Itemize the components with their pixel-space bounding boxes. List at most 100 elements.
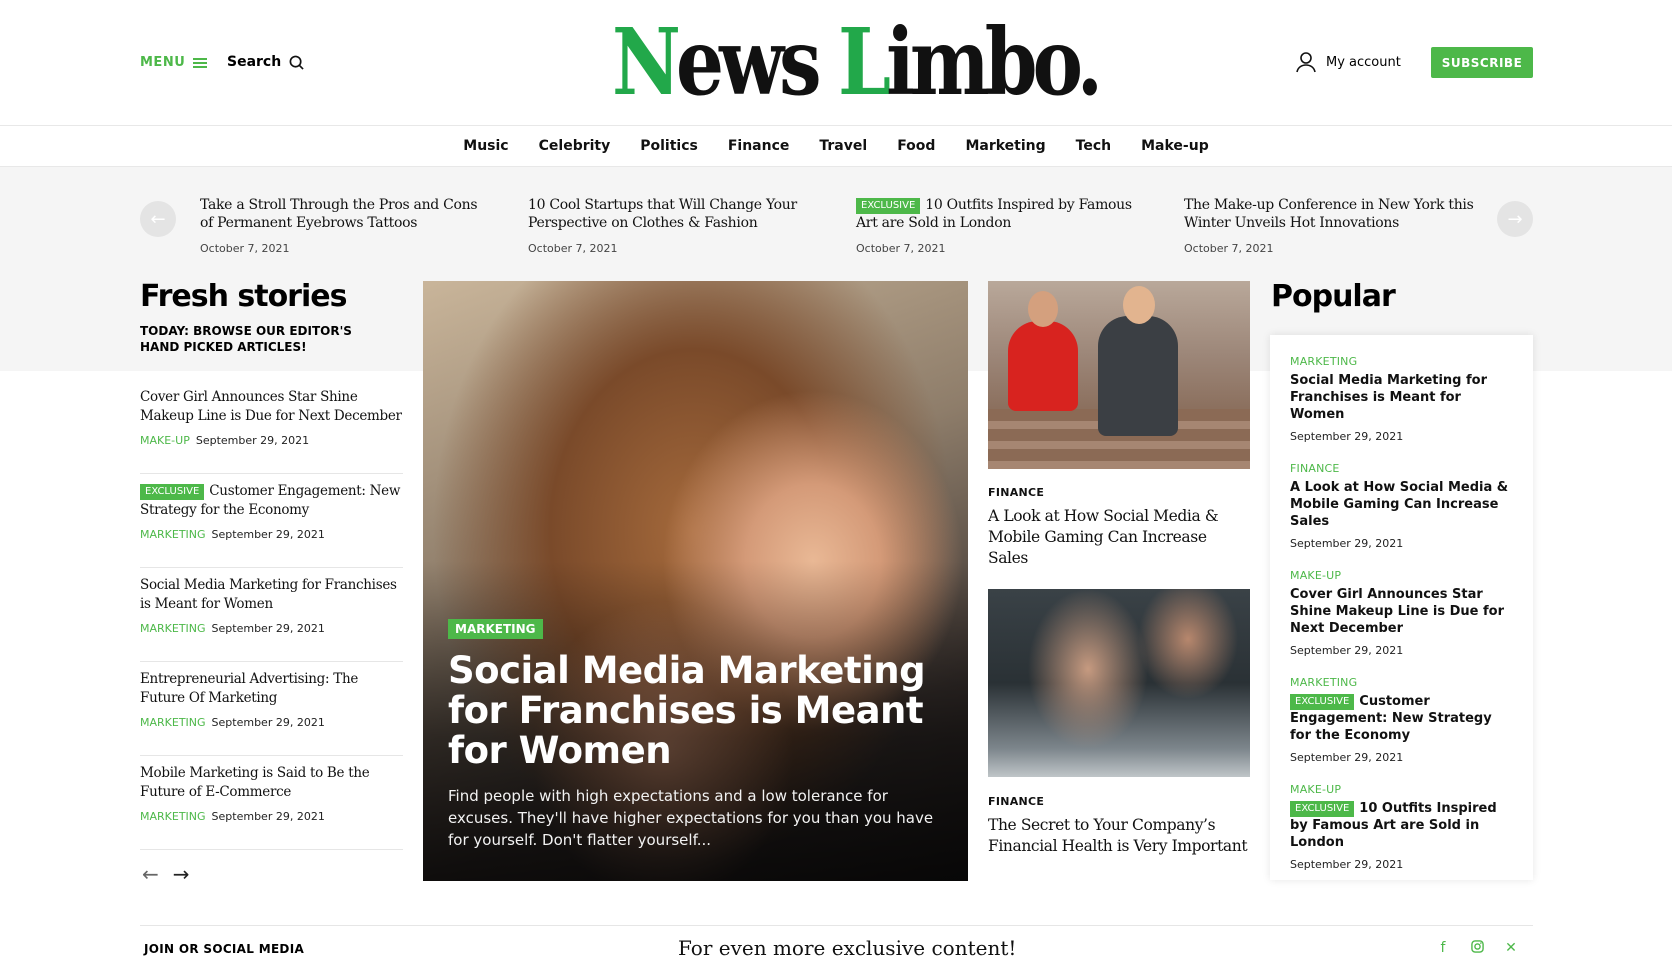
category-link[interactable]: MARKETING	[140, 622, 206, 635]
ticker-item[interactable]: 10 Cool Startups that Will Change Your P…	[528, 196, 818, 255]
ticker-title[interactable]: EXCLUSIVE 10 Outfits Inspired by Famous A…	[856, 196, 1146, 232]
article-title[interactable]: Cover Girl Announces Star Shine Makeup L…	[140, 388, 403, 426]
article-title[interactable]: Social Media Marketing for Franchises is…	[140, 576, 403, 614]
article-date: September 29, 2021	[1290, 644, 1404, 657]
x-icon[interactable]: ✕	[1504, 940, 1518, 957]
arrow-left-icon: ←	[150, 208, 166, 230]
nav-food[interactable]: Food	[897, 138, 935, 154]
site-logo[interactable]: News Limbo.	[612, 8, 1103, 116]
prev-page-arrow-icon[interactable]: ←	[142, 862, 159, 886]
nav-marketing[interactable]: Marketing	[965, 138, 1045, 154]
nav-celebrity[interactable]: Celebrity	[539, 138, 611, 154]
article-title[interactable]: Cover Girl Announces Star Shine Makeup L…	[1290, 586, 1513, 637]
menu-button[interactable]: MENU	[140, 55, 208, 70]
article-category[interactable]: FINANCE	[988, 486, 1044, 499]
ticker-item[interactable]: EXCLUSIVE 10 Outfits Inspired by Famous A…	[856, 196, 1146, 255]
ticker-item[interactable]: The Make-up Conference in New York this …	[1184, 196, 1474, 255]
article-date: September 29, 2021	[195, 434, 310, 447]
article-category[interactable]: MARKETING	[1290, 355, 1513, 368]
nav-travel[interactable]: Travel	[819, 138, 867, 154]
article-title[interactable]: A Look at How Social Media & Mobile Gami…	[1290, 479, 1513, 530]
exclusive-badge: EXCLUSIVE	[1290, 801, 1355, 817]
article-date: September 29, 2021	[211, 528, 325, 541]
article-thumbnail[interactable]	[988, 281, 1250, 469]
ticker-date: October 7, 2021	[856, 242, 946, 255]
search-button[interactable]: Search	[227, 54, 304, 70]
ticker-prev-button[interactable]: ←	[140, 201, 176, 237]
logo-initial-l: L	[838, 8, 891, 116]
article-category[interactable]: MAKE-UP	[1290, 569, 1513, 582]
list-item: EXCLUSIVE Customer Engagement: New Strate…	[140, 474, 403, 568]
article-date: September 29, 2021	[211, 622, 325, 635]
category-link[interactable]: MARKETING	[140, 810, 206, 823]
article-date: September 29, 2021	[1290, 430, 1404, 443]
article-date: September 29, 2021	[211, 716, 325, 729]
user-icon	[1296, 52, 1316, 73]
hero-category-badge[interactable]: MARKETING	[448, 619, 543, 639]
search-label: Search	[227, 54, 282, 70]
facebook-icon[interactable]: f	[1436, 940, 1450, 957]
site-header: MENU Search News Limbo. My account SUBSC…	[0, 0, 1672, 125]
list-item: Social Media Marketing for Franchises is…	[140, 568, 403, 662]
ticker-date: October 7, 2021	[200, 242, 290, 255]
main-nav: Music Celebrity Politics Finance Travel …	[0, 125, 1672, 167]
article-title[interactable]: Mobile Marketing is Said to Be the Futur…	[140, 764, 403, 802]
popular-title: Popular	[1271, 279, 1396, 314]
menu-label: MENU	[140, 55, 186, 70]
article-date: September 29, 2021	[1290, 751, 1404, 764]
article-thumbnail[interactable]	[988, 589, 1250, 777]
nav-finance[interactable]: Finance	[728, 138, 790, 154]
article-title[interactable]: A Look at How Social Media & Mobile Gami…	[988, 506, 1250, 569]
nav-politics[interactable]: Politics	[640, 138, 698, 154]
category-link[interactable]: MARKETING	[140, 716, 206, 729]
article-title[interactable]: The Secret to Your Company’s Financial H…	[988, 815, 1250, 857]
search-icon	[289, 55, 304, 70]
ticker-title[interactable]: The Make-up Conference in New York this …	[1184, 196, 1474, 232]
nav-tech[interactable]: Tech	[1076, 138, 1111, 154]
my-account-link[interactable]: My account	[1296, 51, 1401, 73]
article-title[interactable]: Social Media Marketing for Franchises is…	[1290, 372, 1513, 423]
hero-excerpt: Find people with high expectations and a…	[448, 787, 934, 849]
list-item: FINANCE A Look at How Social Media & Mob…	[1290, 462, 1513, 550]
exclusive-badge: EXCLUSIVE	[1290, 694, 1355, 710]
ticker-next-button[interactable]: →	[1497, 201, 1533, 237]
article-title[interactable]: EXCLUSIVE Customer Engagement: New Strate…	[1290, 693, 1513, 744]
article-title[interactable]: EXCLUSIVE 10 Outfits Inspired by Famous A…	[1290, 800, 1513, 851]
nav-music[interactable]: Music	[463, 138, 508, 154]
fresh-stories-list: Cover Girl Announces Star Shine Makeup L…	[140, 380, 403, 850]
article-category[interactable]: MAKE-UP	[1290, 783, 1513, 796]
hamburger-icon	[193, 56, 208, 70]
subscribe-button[interactable]: SUBSCRIBE	[1431, 47, 1533, 78]
category-link[interactable]: MARKETING	[140, 528, 206, 541]
exclusive-content-heading: For even more exclusive content!	[678, 936, 1017, 960]
instagram-icon[interactable]	[1470, 940, 1484, 957]
next-page-arrow-icon[interactable]: →	[173, 862, 190, 886]
list-item: MAKE-UP Cover Girl Announces Star Shine …	[1290, 569, 1513, 657]
ticker-item[interactable]: Take a Stroll Through the Pros and Cons …	[200, 196, 490, 255]
article-title[interactable]: Entrepreneurial Advertising: The Future …	[140, 670, 403, 708]
article-category[interactable]: FINANCE	[1290, 462, 1513, 475]
ticker-date: October 7, 2021	[1184, 242, 1274, 255]
popular-list: MARKETING Social Media Marketing for Fra…	[1270, 335, 1533, 880]
nav-makeup[interactable]: Make-up	[1141, 138, 1209, 154]
social-links: f ✕	[1436, 940, 1518, 957]
list-item: Cover Girl Announces Star Shine Makeup L…	[140, 380, 403, 474]
list-item: MARKETING EXCLUSIVE Customer Engagement: …	[1290, 676, 1513, 764]
ticker-title[interactable]: 10 Cool Startups that Will Change Your P…	[528, 196, 818, 232]
logo-text-imbo: imbo.	[886, 8, 1103, 116]
join-social-label: JOIN OR SOCIAL MEDIA	[144, 942, 305, 956]
list-item: Entrepreneurial Advertising: The Future …	[140, 662, 403, 756]
article-date: September 29, 2021	[1290, 537, 1404, 550]
article-category[interactable]: FINANCE	[988, 795, 1044, 808]
hero-content: MARKETING Social Media Marketing for Fra…	[448, 618, 943, 851]
ticker-title[interactable]: Take a Stroll Through the Pros and Cons …	[200, 196, 490, 232]
hero-article[interactable]: MARKETING Social Media Marketing for Fra…	[423, 281, 968, 881]
divider	[140, 925, 1533, 926]
ticker-date: October 7, 2021	[528, 242, 618, 255]
article-category[interactable]: MARKETING	[1290, 676, 1513, 689]
article-title[interactable]: EXCLUSIVE Customer Engagement: New Strate…	[140, 482, 403, 520]
account-label: My account	[1326, 54, 1401, 70]
hero-title[interactable]: Social Media Marketing for Franchises is…	[448, 651, 943, 771]
category-link[interactable]: MAKE-UP	[140, 434, 190, 447]
fresh-stories-title: Fresh stories	[140, 279, 347, 314]
